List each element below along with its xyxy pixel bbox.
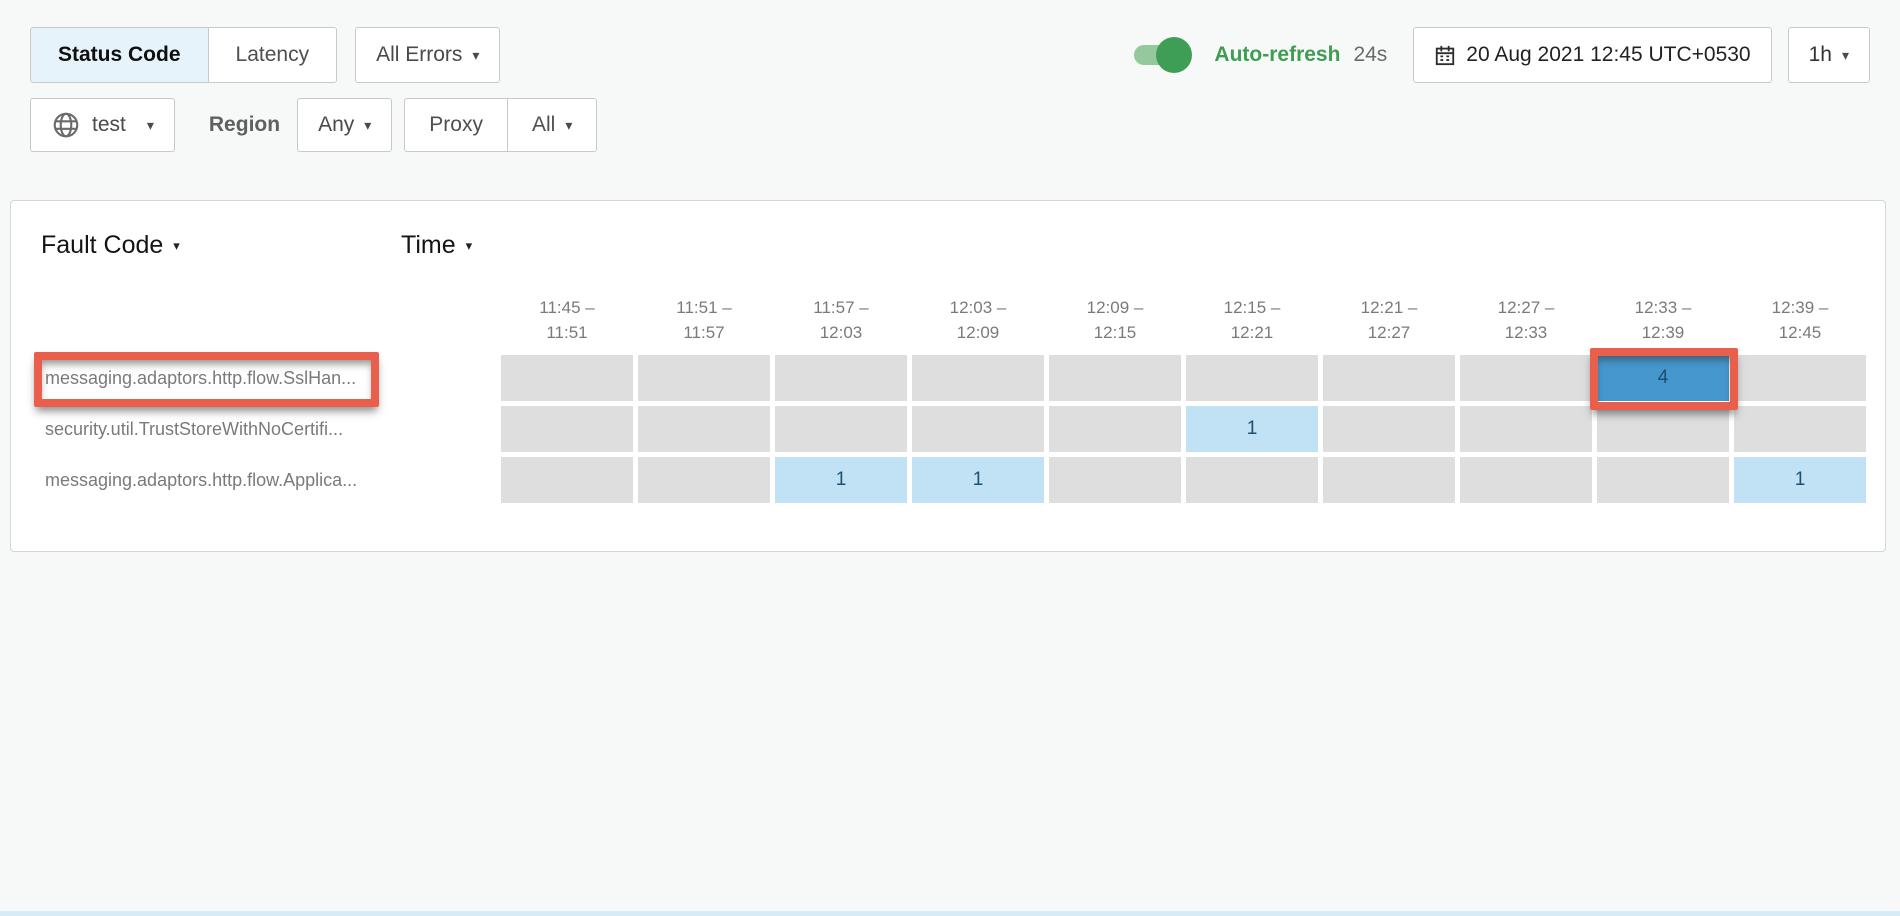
heatmap-cell	[912, 355, 1044, 401]
chevron-down-icon: ▾	[466, 239, 473, 252]
heatmap-corner	[41, 296, 496, 350]
column-header: 12:03 –12:09	[912, 296, 1044, 350]
heatmap-cell	[1049, 457, 1181, 503]
row-label: messaging.adaptors.http.flow.Applica...	[41, 457, 496, 503]
time-heatmap: 11:45 –11:5111:51 –11:5711:57 –12:0312:0…	[41, 296, 1855, 503]
chevron-down-icon: ▾	[364, 118, 371, 132]
heatmap-cell	[1049, 355, 1181, 401]
heatmap-cell	[1597, 406, 1729, 452]
environment-value: test	[92, 113, 126, 137]
calendar-icon	[1434, 44, 1456, 66]
heatmap-cell[interactable]: 4	[1597, 355, 1729, 401]
toggle-knob	[1156, 37, 1192, 73]
heatmap-cell	[1323, 355, 1455, 401]
toolbar: Status Code Latency All Errors ▾ Auto-re…	[30, 27, 1870, 83]
heatmap-cell	[1460, 406, 1592, 452]
filters-row: test ▾ Region Any ▾ Proxy All ▾	[30, 99, 597, 151]
tab-latency[interactable]: Latency	[209, 28, 337, 82]
proxy-filter-group: Proxy All ▾	[404, 98, 597, 152]
panel-header: Fault Code ▾ Time ▾	[41, 201, 1855, 260]
column-header: 12:09 –12:15	[1049, 296, 1181, 350]
column-header: 12:27 –12:33	[1460, 296, 1592, 350]
proxy-value: All	[532, 113, 555, 137]
column-header: 11:57 –12:03	[775, 296, 907, 350]
heatmap-cell	[1734, 355, 1866, 401]
errors-filter-dropdown[interactable]: All Errors ▾	[355, 27, 500, 83]
heatmap-cell	[501, 457, 633, 503]
column-header: 12:15 –12:21	[1186, 296, 1318, 350]
column-header: 11:45 –11:51	[501, 296, 633, 350]
row-label: security.util.TrustStoreWithNoCertifi...	[41, 406, 496, 452]
auto-refresh-label: Auto-refresh	[1214, 43, 1340, 67]
fault-code-by-time-panel: Fault Code ▾ Time ▾ 11:45 –11:5111:51 –1…	[10, 200, 1886, 552]
api-monitoring-page: Status Code Latency All Errors ▾ Auto-re…	[0, 0, 1900, 916]
time-window-dropdown[interactable]: 1h ▾	[1788, 27, 1870, 83]
heatmap-cell	[1734, 406, 1866, 452]
heatmap-cell	[501, 406, 633, 452]
column-header: 11:51 –11:57	[638, 296, 770, 350]
heatmap-cell	[638, 355, 770, 401]
proxy-label: Proxy	[405, 99, 507, 151]
row-label: messaging.adaptors.http.flow.SslHan...	[41, 355, 496, 401]
toolbar-right: Auto-refresh 24s 20 Aug 2021 12:45 UTC+0…	[1134, 27, 1870, 83]
chevron-down-icon: ▾	[173, 239, 180, 252]
column-header: 12:21 –12:27	[1323, 296, 1455, 350]
chevron-down-icon: ▾	[1842, 48, 1849, 62]
tab-status-code[interactable]: Status Code	[31, 28, 209, 82]
heatmap-cell	[1460, 457, 1592, 503]
heatmap-cell	[775, 355, 907, 401]
heatmap-cell	[1460, 355, 1592, 401]
heatmap-cell	[638, 457, 770, 503]
column-dimension-label: Time	[401, 231, 456, 260]
heatmap-cell	[1049, 406, 1181, 452]
heatmap-cell[interactable]: 1	[775, 457, 907, 503]
heatmap-cell[interactable]: 1	[1734, 457, 1866, 503]
date-range-picker[interactable]: 20 Aug 2021 12:45 UTC+0530	[1413, 27, 1771, 83]
row-dimension-label: Fault Code	[41, 231, 163, 260]
time-window-value: 1h	[1809, 43, 1832, 67]
heatmap-cell	[1323, 406, 1455, 452]
region-dropdown[interactable]: Any ▾	[297, 98, 392, 152]
auto-refresh-countdown: 24s	[1353, 43, 1387, 67]
heatmap-cell	[775, 406, 907, 452]
bottom-divider	[0, 911, 1900, 916]
environment-dropdown[interactable]: test ▾	[30, 98, 175, 152]
heatmap-cell[interactable]: 1	[1186, 406, 1318, 452]
heatmap-cell	[1186, 457, 1318, 503]
date-range-value: 20 Aug 2021 12:45 UTC+0530	[1466, 43, 1750, 67]
row-dimension-selector[interactable]: Fault Code ▾	[41, 231, 401, 260]
row-label-text: messaging.adaptors.http.flow.Applica...	[41, 461, 371, 500]
region-label: Region	[209, 113, 280, 137]
region-value: Any	[318, 113, 354, 137]
heatmap-cell	[1186, 355, 1318, 401]
row-label-text: security.util.TrustStoreWithNoCertifi...	[41, 410, 357, 449]
metric-tab-group: Status Code Latency	[30, 27, 337, 83]
heatmap-cell	[1597, 457, 1729, 503]
column-dimension-selector[interactable]: Time ▾	[401, 231, 472, 260]
column-header: 12:39 –12:45	[1734, 296, 1866, 350]
proxy-dropdown[interactable]: All ▾	[507, 99, 596, 151]
heatmap-cell	[638, 406, 770, 452]
heatmap-cell[interactable]: 1	[912, 457, 1044, 503]
row-label-text: messaging.adaptors.http.flow.SslHan...	[41, 359, 370, 398]
auto-refresh-toggle[interactable]	[1134, 45, 1188, 65]
chevron-down-icon: ▾	[147, 118, 154, 132]
chevron-down-icon: ▾	[565, 118, 572, 132]
globe-icon	[51, 110, 81, 140]
heatmap-cell	[1323, 457, 1455, 503]
errors-filter-label: All Errors	[376, 43, 462, 67]
heatmap-cell	[912, 406, 1044, 452]
heatmap-cell	[501, 355, 633, 401]
column-header: 12:33 –12:39	[1597, 296, 1729, 350]
chevron-down-icon: ▾	[472, 48, 479, 62]
